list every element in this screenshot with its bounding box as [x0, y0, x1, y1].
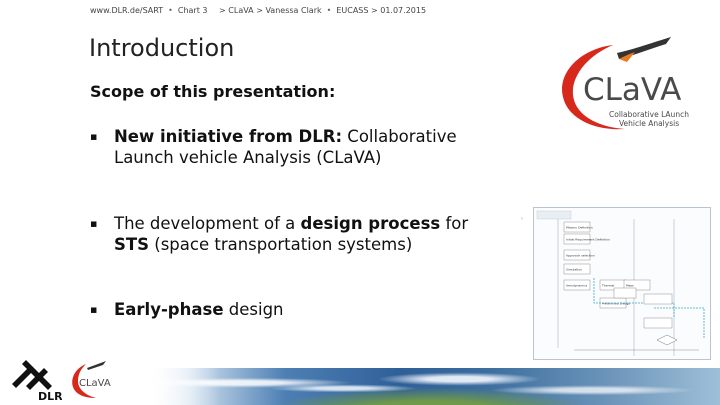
header-event: EUCASS	[336, 6, 369, 15]
logo-tagline-1: Collaborative LAunch	[609, 110, 689, 119]
clava-logo: CLaVA Collaborative LAunch Vehicle Analy…	[562, 37, 689, 130]
header-project: > CLaVA	[219, 6, 254, 15]
diagram-step-label: Aerodynamics	[566, 284, 588, 288]
slide-header: www.DLR.de/SART • Chart 3 > CLaVA > Vaness…	[90, 6, 427, 15]
slide-title: Introduction	[89, 34, 235, 62]
slide-subtitle: Scope of this presentation:	[90, 82, 336, 101]
clava-small-logo: CLaVA	[72, 361, 111, 398]
logo-rocket	[617, 37, 671, 59]
diagram-step-label: Mass	[626, 284, 634, 288]
header-author: > Vanessa Clark	[256, 6, 322, 15]
logo-tagline-2: Vehicle Analysis	[619, 119, 679, 128]
bullet-text: The development of a design process for …	[114, 214, 469, 254]
bullet-marker: ▪	[90, 130, 98, 143]
bullet-text: New initiative from DLR: Collaborative L…	[114, 127, 457, 167]
diagram-step-label: Preliminary Design	[602, 302, 630, 306]
footer-earth-banner	[140, 368, 720, 405]
header-date: > 01.07.2015	[371, 6, 427, 15]
clava-small-wordmark: CLaVA	[79, 378, 111, 389]
diagram-step-label: Simulation	[566, 268, 582, 272]
diagram-step-label: Initial Requirement Definition	[566, 238, 610, 242]
header-separator: •	[168, 6, 173, 15]
bullet-text: Early-phase design	[114, 300, 284, 319]
header-chart: Chart 3	[177, 6, 208, 15]
diagram-step-label: Thermal	[601, 284, 615, 288]
header-url: www.DLR.de/SART	[90, 6, 164, 15]
diagram-step-label: Mission Definition	[566, 226, 593, 230]
diagram-step-label: Approach selection	[566, 254, 595, 258]
dlr-wordmark: DLR	[38, 390, 62, 402]
bullet-marker: ▪	[90, 303, 98, 316]
design-process-diagram: Mission Definition Initial Requirement De…	[533, 207, 711, 360]
dlr-logo: DLR	[12, 360, 62, 402]
logo-wordmark: CLaVA	[583, 72, 681, 108]
footer-fade	[140, 368, 220, 405]
diagram-side-marker: ›	[521, 216, 523, 222]
bullet-marker: ▪	[90, 217, 98, 230]
